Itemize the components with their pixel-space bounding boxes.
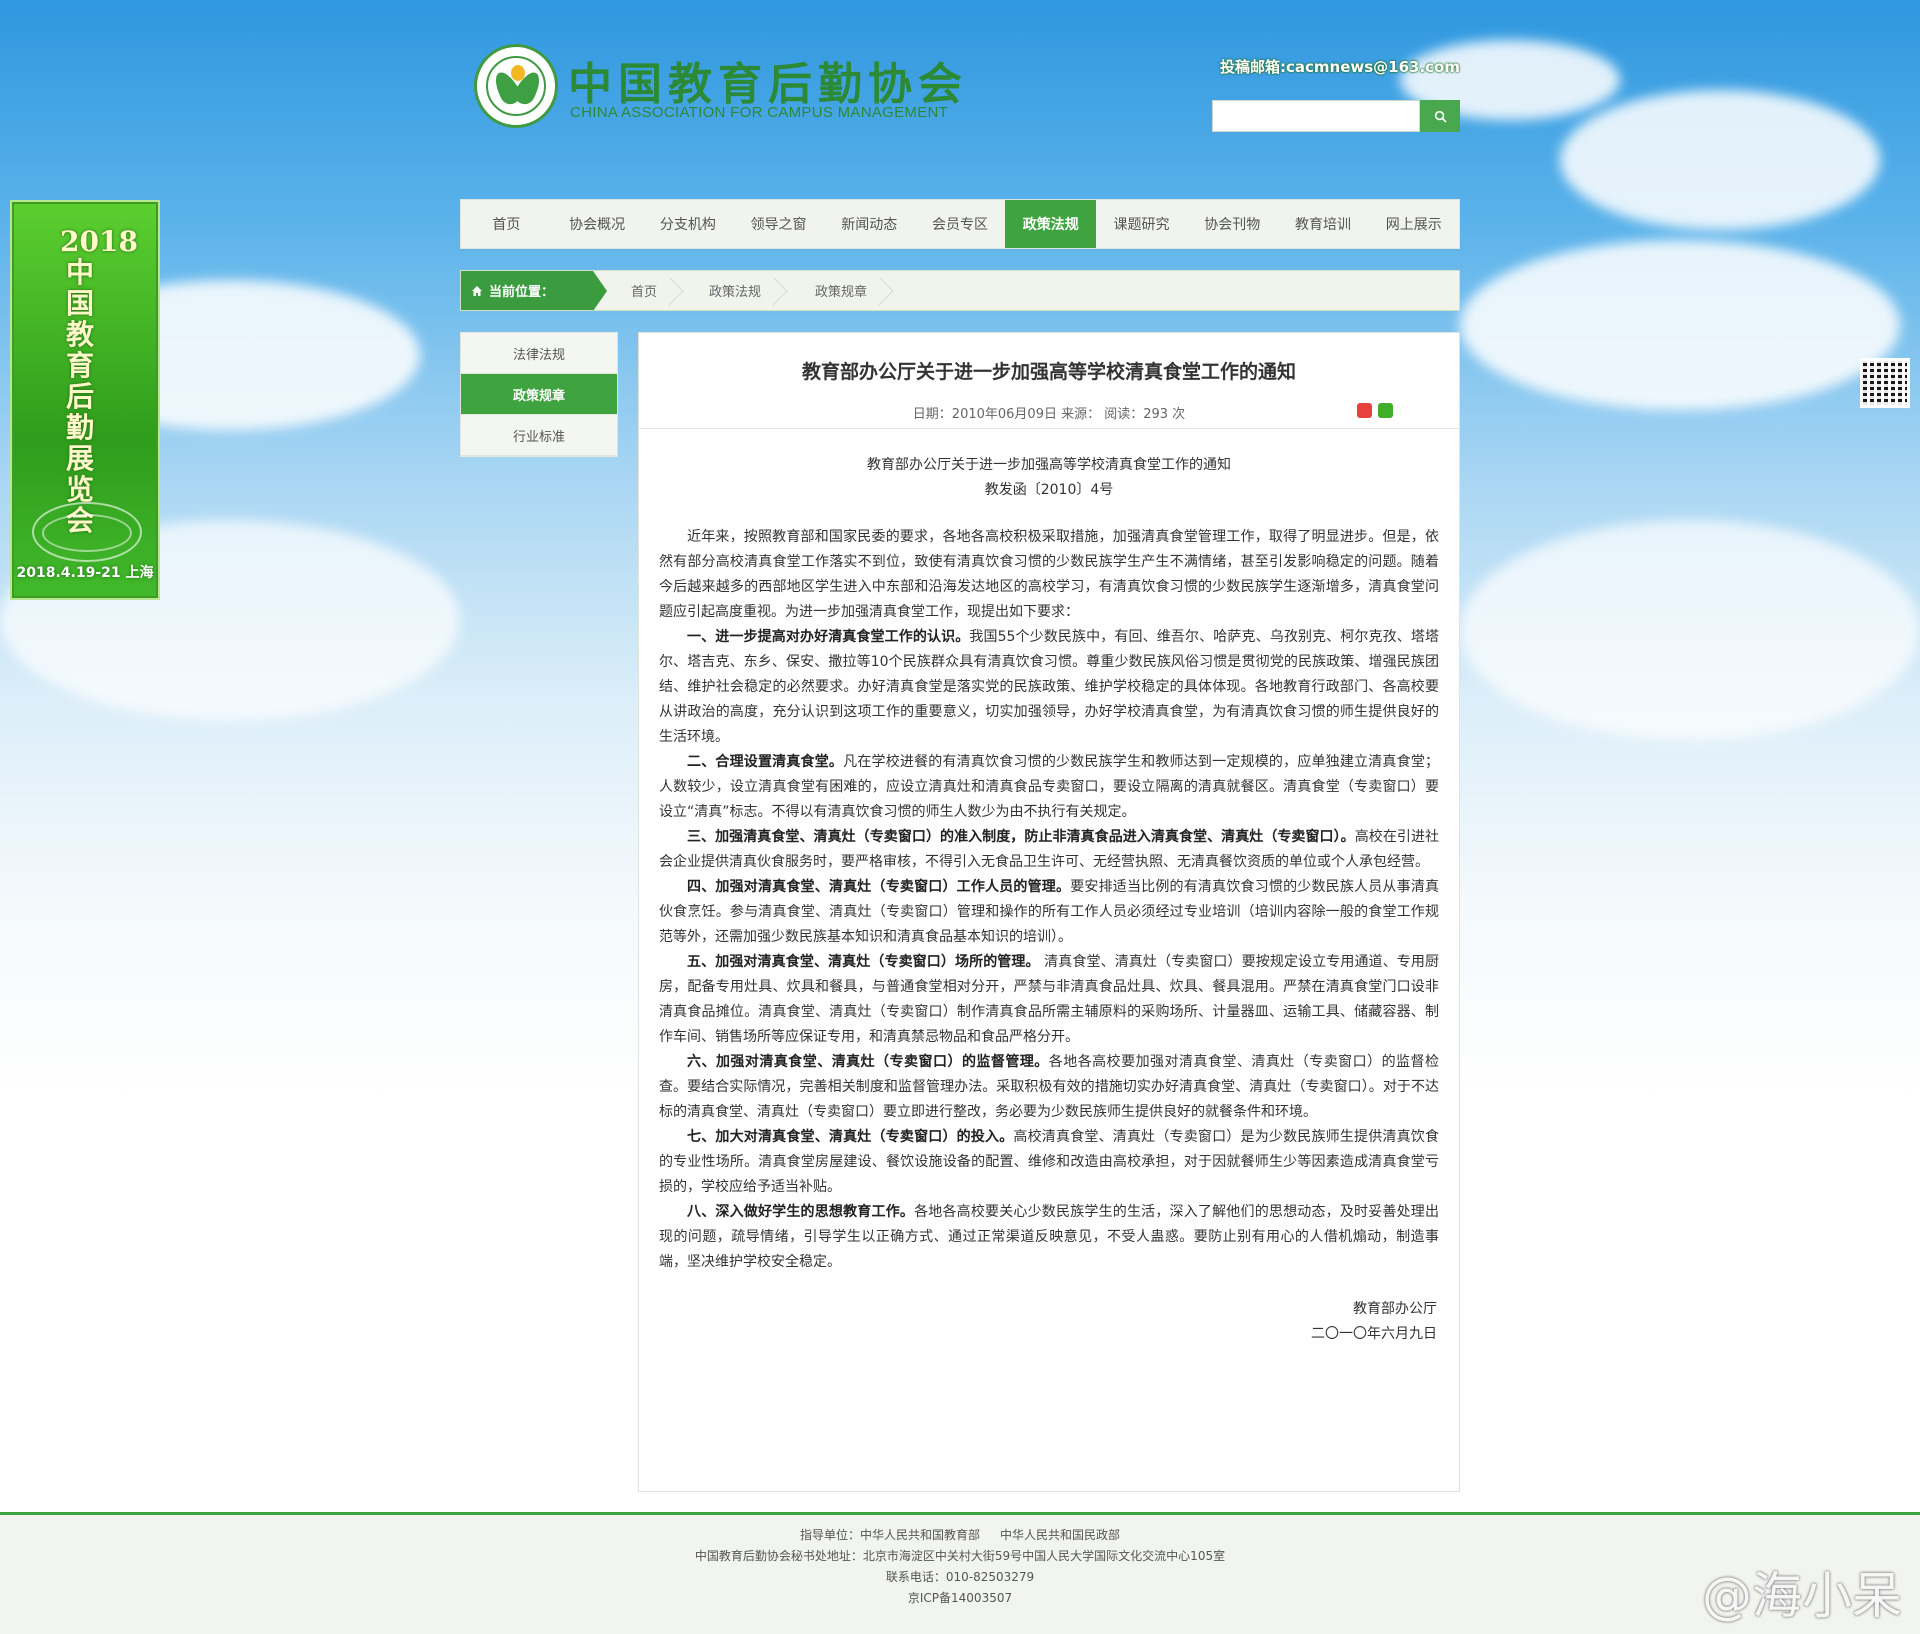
expo-banner-date: 2018.4.19-21 上海 [16, 565, 154, 581]
nav-item-publications[interactable]: 协会刊物 [1187, 200, 1278, 248]
nav-item-research[interactable]: 课题研究 [1096, 200, 1187, 248]
article-body: 教育部办公厅关于进一步加强高等学校清真食堂工作的通知 教发函〔2010〕4号 近… [639, 429, 1459, 1347]
article-point: 一、进一步提高对办好清真食堂工作的认识。我国55个少数民族中，有回、维吾尔、哈萨… [659, 629, 1440, 745]
nav-item-leaders[interactable]: 领导之窗 [733, 200, 824, 248]
signature-org: 教育部办公厅 [1353, 1301, 1437, 1317]
expo-banner-ad[interactable]: 2018中国教育后勤展览会 2018.4.19-21 上海 [10, 200, 160, 600]
weibo-watermark: @海小呆 [1702, 1567, 1902, 1625]
side-item-laws[interactable]: 法律法规 [461, 333, 617, 374]
nav-item-branches[interactable]: 分支机构 [642, 200, 733, 248]
contribution-email: 投稿邮箱:cacmnews@163.com [1219, 58, 1460, 76]
nav-item-home[interactable]: 首页 [461, 200, 552, 248]
article-header: 教育部办公厅关于进一步加强高等学校清真食堂工作的通知 日期：2010年06月09… [639, 333, 1459, 429]
article-point: 六、加强对清真食堂、清真灶（专卖窗口）的监督管理。各地各高校要加强对清真食堂、清… [659, 1054, 1439, 1120]
side-menu: 法律法规 政策规章 行业标准 [460, 332, 618, 457]
article-point: 二、合理设置清真食堂。凡在学校进餐的有清真饮食习惯的少数民族学生和教师达到一定规… [659, 754, 1440, 820]
nav-item-news[interactable]: 新闻动态 [824, 200, 915, 248]
article-point: 五、加强对清真食堂、清真灶（专卖窗口）场所的管理。 清真食堂、清真灶（专卖窗口）… [659, 954, 1440, 1045]
article: 教育部办公厅关于进一步加强高等学校清真食堂工作的通知 日期：2010年06月09… [638, 332, 1460, 1492]
site-logo[interactable]: 中国教育后勤协会 CHINA ASSOCIATION FOR CAMPUS MA… [474, 44, 974, 134]
article-intro: 近年来，按照教育部和国家民委的要求，各地各高校积极采取措施，加强清真食堂管理工作… [659, 529, 1439, 620]
breadcrumb-here-text: 当前位置： [489, 285, 555, 300]
main-nav: 首页 协会概况 分支机构 领导之窗 新闻动态 会员专区 政策法规 课题研究 协会… [460, 199, 1460, 249]
breadcrumb: 当前位置： 首页 政策法规 政策规章 [460, 270, 1460, 311]
search-input[interactable] [1212, 100, 1420, 132]
footer-guide-row: 指导单位：中华人民共和国教育部 中华人民共和国民政部 [0, 1525, 1920, 1546]
nav-item-exhibition[interactable]: 网上展示 [1368, 200, 1459, 248]
qr-code[interactable] [1860, 358, 1910, 408]
cloud-decoration [1560, 90, 1880, 230]
expo-banner-title: 2018中国教育后勤展览会 [60, 225, 138, 537]
breadcrumb-item-policy[interactable]: 政策法规 [683, 271, 787, 310]
ad-ring-decoration [42, 514, 132, 552]
nav-item-about[interactable]: 协会概况 [552, 200, 643, 248]
breadcrumb-item-regulations[interactable]: 政策规章 [787, 271, 893, 310]
cloud-decoration [1460, 240, 1900, 410]
article-point: 七、加大对清真食堂、清真灶（专卖窗口）的投入。高校清真食堂、清真灶（专卖窗口）是… [659, 1129, 1439, 1195]
footer-phone: 联系电话：010-82503279 [885, 1570, 1035, 1584]
article-point: 四、加强对清真食堂、清真灶（专卖窗口）工作人员的管理。要安排适当比例的有清真饮食… [659, 879, 1440, 945]
side-item-standards[interactable]: 行业标准 [461, 415, 617, 456]
search-bar [1212, 100, 1460, 132]
logo-emblem-icon [474, 44, 558, 128]
breadcrumb-item-home[interactable]: 首页 [593, 271, 683, 310]
side-item-regulations[interactable]: 政策规章 [461, 374, 617, 415]
logo-english-name: CHINA ASSOCIATION FOR CAMPUS MANAGEMENT [570, 104, 949, 121]
weibo-share-icon[interactable] [1357, 403, 1372, 418]
footer-address: 中国教育后勤协会秘书处地址：北京市海淀区中关村大街59号中国人民大学国际文化交流… [694, 1549, 1226, 1563]
search-icon [1434, 110, 1447, 123]
footer-guide-2: 中华人民共和国民政部 [1000, 1528, 1121, 1542]
article-point: 三、加强清真食堂、清真灶（专卖窗口）的准入制度，防止非清真食品进入清真食堂、清真… [659, 829, 1440, 870]
home-icon [472, 285, 482, 296]
article-meta: 日期：2010年06月09日 来源： 阅读：293 次 [912, 407, 1186, 422]
document-number: 教发函〔2010〕4号 [984, 482, 1114, 498]
footer-guide-1: 指导单位：中华人民共和国教育部 [799, 1528, 980, 1542]
document-title: 教育部办公厅关于进一步加强高等学校清真食堂工作的通知 [867, 457, 1231, 473]
nav-item-policy[interactable]: 政策法规 [1005, 200, 1097, 248]
article-point: 八、深入做好学生的思想教育工作。各地各高校要关心少数民族学生的生活，深入了解他们… [659, 1204, 1439, 1270]
cloud-decoration [1460, 520, 1920, 740]
nav-item-members[interactable]: 会员专区 [915, 200, 1006, 248]
qr-code-pattern [1863, 361, 1907, 405]
search-button[interactable] [1420, 100, 1460, 132]
signature-date: 二〇一〇年六月九日 [1311, 1326, 1437, 1342]
logo-chinese-name: 中国教育后勤协会 [568, 59, 968, 110]
footer-icp[interactable]: 京ICP备14003507 [0, 1588, 1920, 1609]
share-buttons [1357, 403, 1393, 418]
nav-item-training[interactable]: 教育培训 [1278, 200, 1369, 248]
wechat-share-icon[interactable] [1378, 403, 1393, 418]
article-title: 教育部办公厅关于进一步加强高等学校清真食堂工作的通知 [801, 361, 1296, 383]
breadcrumb-current-label: 当前位置： [461, 271, 607, 311]
site-footer: 指导单位：中华人民共和国教育部 中华人民共和国民政部 中国教育后勤协会秘书处地址：… [0, 1512, 1920, 1634]
